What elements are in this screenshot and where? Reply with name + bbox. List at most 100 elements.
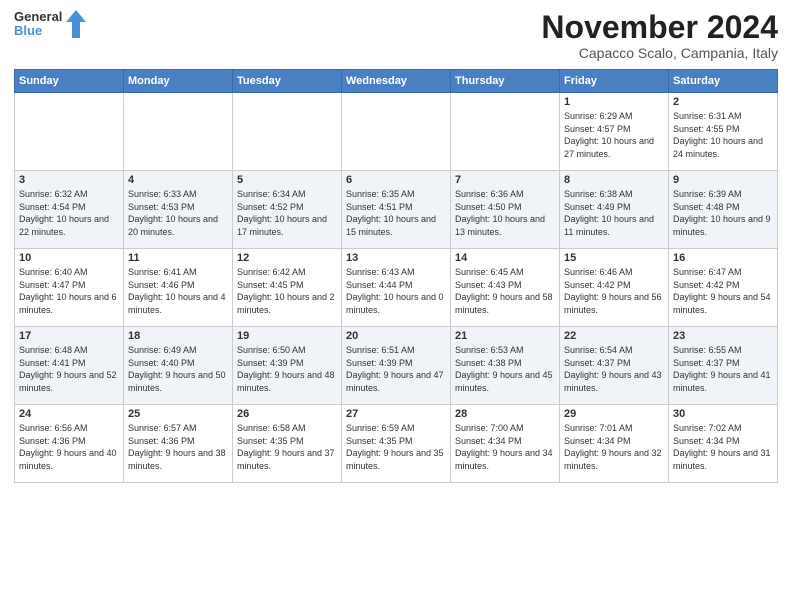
- day-number: 20: [346, 330, 446, 342]
- day-info: Sunrise: 6:32 AMSunset: 4:54 PMDaylight:…: [19, 189, 109, 237]
- day-number: 18: [128, 330, 228, 342]
- day-info: Sunrise: 6:55 AMSunset: 4:37 PMDaylight:…: [673, 345, 771, 393]
- calendar-day-cell: [451, 93, 560, 171]
- day-info: Sunrise: 6:49 AMSunset: 4:40 PMDaylight:…: [128, 345, 226, 393]
- calendar-week-row: 24 Sunrise: 6:56 AMSunset: 4:36 PMDaylig…: [15, 405, 778, 483]
- day-number: 16: [673, 252, 773, 264]
- calendar-day-cell: 14 Sunrise: 6:45 AMSunset: 4:43 PMDaylig…: [451, 249, 560, 327]
- day-number: 11: [128, 252, 228, 264]
- day-number: 29: [564, 408, 664, 420]
- header-friday: Friday: [560, 70, 669, 93]
- calendar-day-cell: 18 Sunrise: 6:49 AMSunset: 4:40 PMDaylig…: [124, 327, 233, 405]
- day-number: 9: [673, 174, 773, 186]
- day-info: Sunrise: 7:02 AMSunset: 4:34 PMDaylight:…: [673, 423, 771, 471]
- day-number: 23: [673, 330, 773, 342]
- day-info: Sunrise: 6:36 AMSunset: 4:50 PMDaylight:…: [455, 189, 545, 237]
- day-info: Sunrise: 6:51 AMSunset: 4:39 PMDaylight:…: [346, 345, 444, 393]
- day-number: 6: [346, 174, 446, 186]
- day-info: Sunrise: 6:34 AMSunset: 4:52 PMDaylight:…: [237, 189, 327, 237]
- calendar-day-cell: 28 Sunrise: 7:00 AMSunset: 4:34 PMDaylig…: [451, 405, 560, 483]
- day-number: 28: [455, 408, 555, 420]
- header: General Blue November 2024 Capacco Scalo…: [14, 10, 778, 61]
- weekday-header-row: Sunday Monday Tuesday Wednesday Thursday…: [15, 70, 778, 93]
- day-info: Sunrise: 6:57 AMSunset: 4:36 PMDaylight:…: [128, 423, 226, 471]
- day-number: 14: [455, 252, 555, 264]
- page: General Blue November 2024 Capacco Scalo…: [0, 0, 792, 612]
- calendar-day-cell: [124, 93, 233, 171]
- calendar-table: Sunday Monday Tuesday Wednesday Thursday…: [14, 69, 778, 483]
- day-info: Sunrise: 6:54 AMSunset: 4:37 PMDaylight:…: [564, 345, 662, 393]
- day-number: 13: [346, 252, 446, 264]
- calendar-week-row: 10 Sunrise: 6:40 AMSunset: 4:47 PMDaylig…: [15, 249, 778, 327]
- header-monday: Monday: [124, 70, 233, 93]
- header-tuesday: Tuesday: [233, 70, 342, 93]
- day-number: 8: [564, 174, 664, 186]
- day-info: Sunrise: 7:01 AMSunset: 4:34 PMDaylight:…: [564, 423, 662, 471]
- day-number: 27: [346, 408, 446, 420]
- day-info: Sunrise: 6:42 AMSunset: 4:45 PMDaylight:…: [237, 267, 335, 315]
- day-number: 21: [455, 330, 555, 342]
- calendar-day-cell: 9 Sunrise: 6:39 AMSunset: 4:48 PMDayligh…: [669, 171, 778, 249]
- day-number: 10: [19, 252, 119, 264]
- day-number: 2: [673, 96, 773, 108]
- day-info: Sunrise: 6:53 AMSunset: 4:38 PMDaylight:…: [455, 345, 553, 393]
- calendar-day-cell: 6 Sunrise: 6:35 AMSunset: 4:51 PMDayligh…: [342, 171, 451, 249]
- day-number: 25: [128, 408, 228, 420]
- calendar-day-cell: 16 Sunrise: 6:47 AMSunset: 4:42 PMDaylig…: [669, 249, 778, 327]
- day-number: 5: [237, 174, 337, 186]
- day-info: Sunrise: 6:50 AMSunset: 4:39 PMDaylight:…: [237, 345, 335, 393]
- calendar-day-cell: [15, 93, 124, 171]
- day-number: 19: [237, 330, 337, 342]
- calendar-day-cell: 4 Sunrise: 6:33 AMSunset: 4:53 PMDayligh…: [124, 171, 233, 249]
- header-thursday: Thursday: [451, 70, 560, 93]
- logo-blue-text: Blue: [14, 24, 62, 38]
- day-number: 3: [19, 174, 119, 186]
- calendar-week-row: 17 Sunrise: 6:48 AMSunset: 4:41 PMDaylig…: [15, 327, 778, 405]
- calendar-day-cell: 19 Sunrise: 6:50 AMSunset: 4:39 PMDaylig…: [233, 327, 342, 405]
- day-info: Sunrise: 6:29 AMSunset: 4:57 PMDaylight:…: [564, 111, 654, 159]
- header-sunday: Sunday: [15, 70, 124, 93]
- day-info: Sunrise: 6:41 AMSunset: 4:46 PMDaylight:…: [128, 267, 226, 315]
- calendar-day-cell: 10 Sunrise: 6:40 AMSunset: 4:47 PMDaylig…: [15, 249, 124, 327]
- day-number: 4: [128, 174, 228, 186]
- calendar-day-cell: 11 Sunrise: 6:41 AMSunset: 4:46 PMDaylig…: [124, 249, 233, 327]
- day-info: Sunrise: 7:00 AMSunset: 4:34 PMDaylight:…: [455, 423, 553, 471]
- calendar-day-cell: 24 Sunrise: 6:56 AMSunset: 4:36 PMDaylig…: [15, 405, 124, 483]
- calendar-day-cell: 2 Sunrise: 6:31 AMSunset: 4:55 PMDayligh…: [669, 93, 778, 171]
- logo-general-text: General: [14, 10, 62, 24]
- day-number: 24: [19, 408, 119, 420]
- calendar-day-cell: 23 Sunrise: 6:55 AMSunset: 4:37 PMDaylig…: [669, 327, 778, 405]
- day-info: Sunrise: 6:38 AMSunset: 4:49 PMDaylight:…: [564, 189, 654, 237]
- day-info: Sunrise: 6:35 AMSunset: 4:51 PMDaylight:…: [346, 189, 436, 237]
- header-saturday: Saturday: [669, 70, 778, 93]
- calendar-day-cell: 8 Sunrise: 6:38 AMSunset: 4:49 PMDayligh…: [560, 171, 669, 249]
- calendar-day-cell: [233, 93, 342, 171]
- calendar-day-cell: 30 Sunrise: 7:02 AMSunset: 4:34 PMDaylig…: [669, 405, 778, 483]
- day-info: Sunrise: 6:59 AMSunset: 4:35 PMDaylight:…: [346, 423, 444, 471]
- calendar-week-row: 3 Sunrise: 6:32 AMSunset: 4:54 PMDayligh…: [15, 171, 778, 249]
- day-info: Sunrise: 6:48 AMSunset: 4:41 PMDaylight:…: [19, 345, 117, 393]
- calendar-day-cell: 27 Sunrise: 6:59 AMSunset: 4:35 PMDaylig…: [342, 405, 451, 483]
- day-info: Sunrise: 6:56 AMSunset: 4:36 PMDaylight:…: [19, 423, 117, 471]
- day-info: Sunrise: 6:46 AMSunset: 4:42 PMDaylight:…: [564, 267, 662, 315]
- day-info: Sunrise: 6:45 AMSunset: 4:43 PMDaylight:…: [455, 267, 553, 315]
- logo: General Blue: [14, 10, 86, 39]
- calendar-day-cell: 22 Sunrise: 6:54 AMSunset: 4:37 PMDaylig…: [560, 327, 669, 405]
- calendar-day-cell: 15 Sunrise: 6:46 AMSunset: 4:42 PMDaylig…: [560, 249, 669, 327]
- day-number: 7: [455, 174, 555, 186]
- calendar-day-cell: 17 Sunrise: 6:48 AMSunset: 4:41 PMDaylig…: [15, 327, 124, 405]
- day-number: 22: [564, 330, 664, 342]
- header-wednesday: Wednesday: [342, 70, 451, 93]
- day-number: 30: [673, 408, 773, 420]
- month-title: November 2024: [541, 10, 778, 45]
- calendar-day-cell: 21 Sunrise: 6:53 AMSunset: 4:38 PMDaylig…: [451, 327, 560, 405]
- calendar-week-row: 1 Sunrise: 6:29 AMSunset: 4:57 PMDayligh…: [15, 93, 778, 171]
- location-title: Capacco Scalo, Campania, Italy: [541, 45, 778, 61]
- calendar-day-cell: 25 Sunrise: 6:57 AMSunset: 4:36 PMDaylig…: [124, 405, 233, 483]
- calendar-day-cell: 13 Sunrise: 6:43 AMSunset: 4:44 PMDaylig…: [342, 249, 451, 327]
- day-number: 1: [564, 96, 664, 108]
- calendar-day-cell: 29 Sunrise: 7:01 AMSunset: 4:34 PMDaylig…: [560, 405, 669, 483]
- day-number: 15: [564, 252, 664, 264]
- day-info: Sunrise: 6:31 AMSunset: 4:55 PMDaylight:…: [673, 111, 763, 159]
- calendar-day-cell: 26 Sunrise: 6:58 AMSunset: 4:35 PMDaylig…: [233, 405, 342, 483]
